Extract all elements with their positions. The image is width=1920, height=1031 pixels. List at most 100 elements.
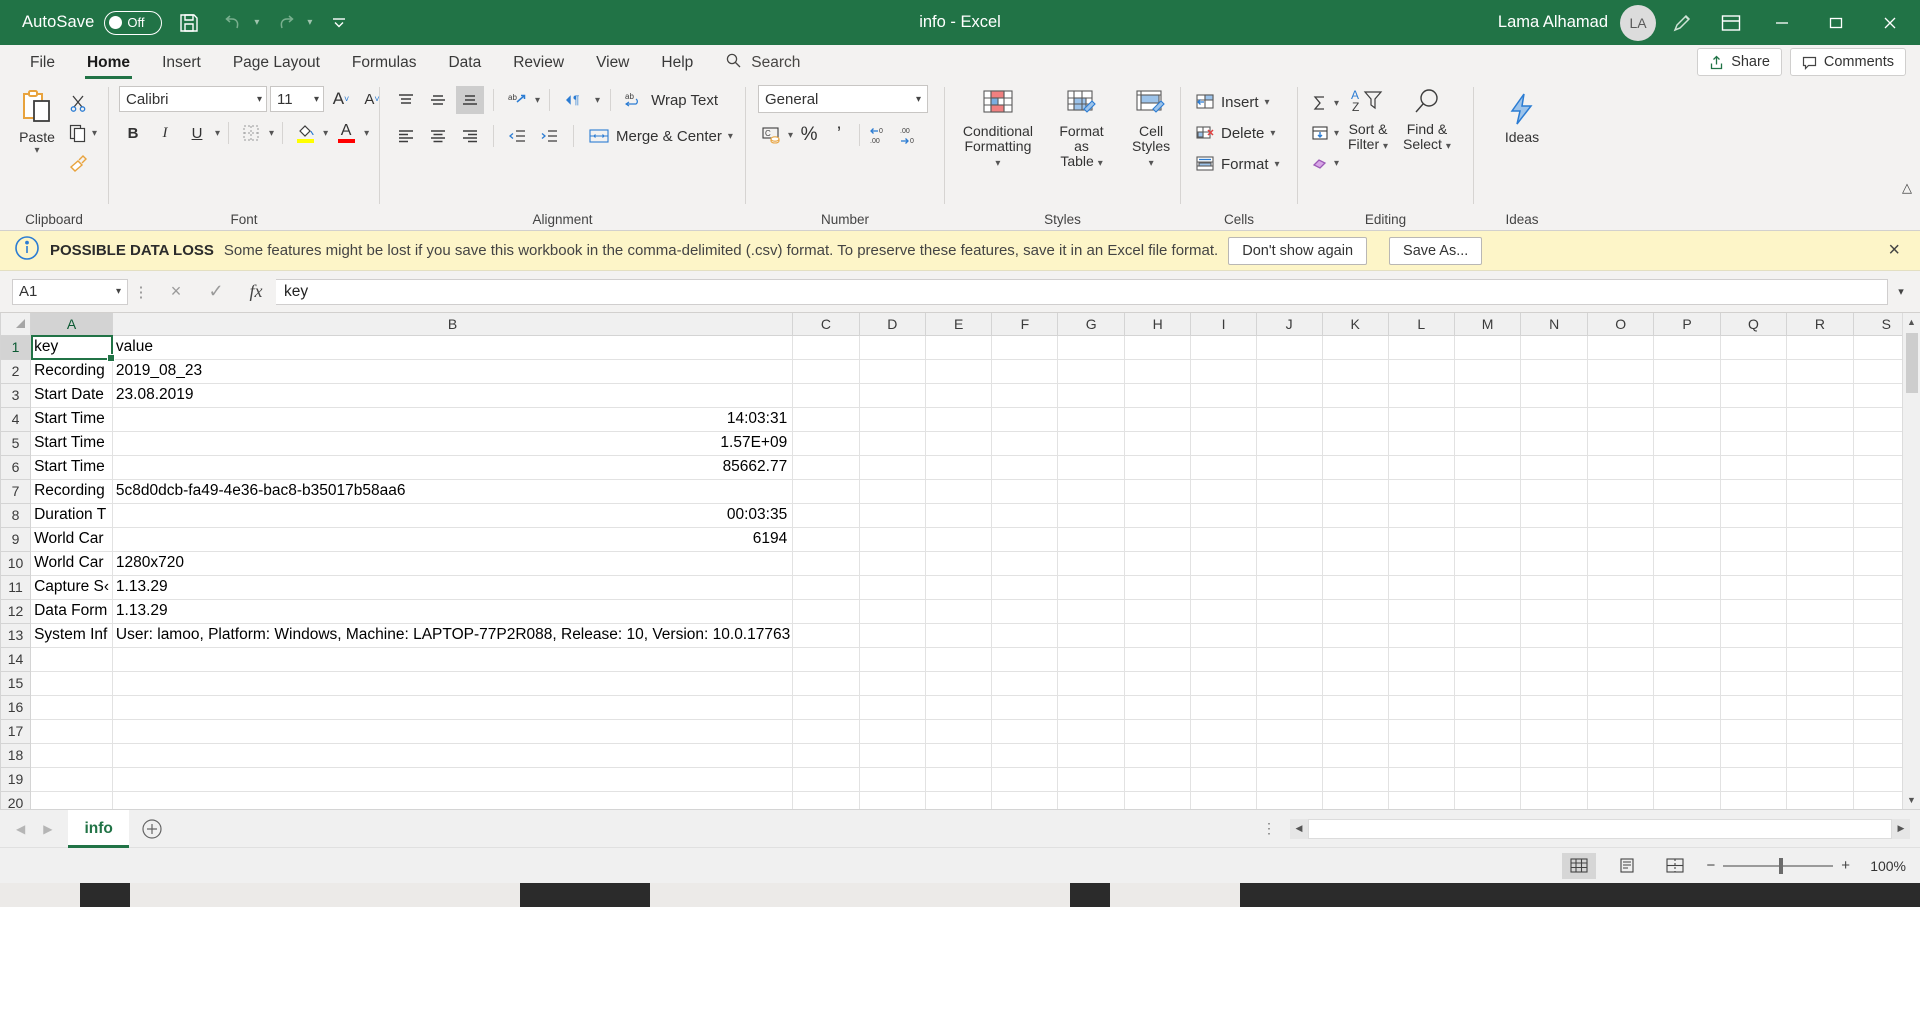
cell-L8[interactable] [1387,502,1455,528]
cell-N4[interactable] [1520,406,1588,432]
cell-K14[interactable] [1321,646,1389,672]
cell-E1[interactable] [925,334,993,360]
cell-Q6[interactable] [1719,454,1788,480]
cell-I4[interactable] [1190,406,1257,432]
cell-O7[interactable] [1586,478,1655,504]
table-row[interactable]: 1 key value [0,334,1920,360]
delete-dropdown-icon[interactable]: ▾ [1270,128,1275,139]
cell-Q2[interactable] [1719,358,1788,384]
cell-N11[interactable] [1520,574,1588,600]
cell-G15[interactable] [1057,670,1125,696]
cell-M1[interactable] [1453,334,1522,360]
restore-button[interactable] [1812,0,1860,45]
cell-J17[interactable] [1255,718,1323,744]
table-row[interactable]: 19 [0,766,1920,792]
cell-F13[interactable] [991,622,1059,648]
cell-K11[interactable] [1321,574,1389,600]
cell-R14[interactable] [1786,646,1854,672]
cell-Q8[interactable] [1719,502,1788,528]
cell-C16[interactable] [792,694,860,720]
tab-view[interactable]: View [580,47,645,79]
fx-icon[interactable]: fx [236,279,276,305]
column-header-C[interactable]: C [792,313,860,336]
find-select-button[interactable]: Find & Select ▾ [1397,85,1457,156]
column-header-G[interactable]: G [1057,313,1125,336]
cell-F16[interactable] [991,694,1059,720]
cell-G9[interactable] [1057,526,1125,552]
cell-B17[interactable] [111,718,794,744]
cell-N10[interactable] [1520,550,1588,576]
cell-K5[interactable] [1321,430,1389,456]
cell-J7[interactable] [1255,478,1323,504]
autosum-dropdown-icon[interactable]: ▾ [1334,98,1339,109]
cell-C7[interactable] [792,478,860,504]
cell-N17[interactable] [1520,718,1588,744]
cell-F14[interactable] [991,646,1059,672]
row-header-2[interactable]: 2 [0,358,32,384]
cut-icon[interactable] [64,89,92,117]
cell-E13[interactable] [925,622,993,648]
cell-M12[interactable] [1453,598,1522,624]
cell-J20[interactable] [1255,790,1323,809]
cell-E10[interactable] [925,550,993,576]
cell-M11[interactable] [1453,574,1522,600]
cell-B6[interactable]: 85662.77 [111,454,794,480]
cell-Q19[interactable] [1719,766,1788,792]
format-as-table-button[interactable]: Format as Table ▾ [1045,85,1118,173]
cell-N3[interactable] [1520,382,1588,408]
cell-I5[interactable] [1190,430,1257,456]
cell-I11[interactable] [1190,574,1257,600]
borders-dropdown-icon[interactable]: ▾ [269,128,274,139]
cell-B15[interactable] [111,670,794,696]
cell-Q11[interactable] [1719,574,1788,600]
cell-H18[interactable] [1123,742,1192,768]
cell-B1[interactable]: value [111,334,794,360]
cell-J2[interactable] [1255,358,1323,384]
cell-H14[interactable] [1123,646,1192,672]
cell-E20[interactable] [925,790,993,809]
cell-J14[interactable] [1255,646,1323,672]
cell-G19[interactable] [1057,766,1125,792]
cell-L7[interactable] [1387,478,1455,504]
cell-J3[interactable] [1255,382,1323,408]
cell-J4[interactable] [1255,406,1323,432]
cell-M16[interactable] [1453,694,1522,720]
cell-N19[interactable] [1520,766,1588,792]
cell-E12[interactable] [925,598,993,624]
cell-G6[interactable] [1057,454,1125,480]
autosave-toggle[interactable]: Off [104,10,163,35]
column-header-K[interactable]: K [1321,313,1389,336]
scroll-down-icon[interactable]: ▼ [1903,791,1920,809]
ribbon-display-options-icon[interactable] [1710,2,1752,44]
cell-J6[interactable] [1255,454,1323,480]
cell-O9[interactable] [1586,526,1655,552]
align-right-icon[interactable] [456,122,484,150]
cell-K20[interactable] [1321,790,1389,809]
cell-Q18[interactable] [1719,742,1788,768]
tab-help[interactable]: Help [645,47,709,79]
table-row[interactable]: 17 [0,718,1920,744]
dont-show-again-button[interactable]: Don't show again [1228,236,1368,265]
name-box-chevron-down-icon[interactable]: ▾ [116,286,121,297]
cell-R17[interactable] [1786,718,1854,744]
cell-E7[interactable] [925,478,993,504]
cell-P11[interactable] [1653,574,1721,600]
column-header-A[interactable]: A [30,313,113,336]
tab-page-layout[interactable]: Page Layout [217,47,336,79]
tab-home[interactable]: Home [71,47,146,79]
horizontal-scrollbar[interactable]: ◀ ▶ [1290,818,1910,840]
row-header-13[interactable]: 13 [0,622,32,648]
accounting-format-icon[interactable]: C [758,121,786,149]
cell-I13[interactable] [1190,622,1257,648]
redo-dropdown-icon[interactable]: ▾ [307,17,312,28]
cell-F7[interactable] [991,478,1059,504]
cell-H20[interactable] [1123,790,1192,809]
cell-N7[interactable] [1520,478,1588,504]
close-warning-icon[interactable]: × [1882,239,1906,262]
cell-L3[interactable] [1387,382,1455,408]
cell-B3[interactable]: 23.08.2019 [111,382,794,408]
cell-A2[interactable]: Recording [30,358,113,384]
cell-O14[interactable] [1586,646,1655,672]
cell-K19[interactable] [1321,766,1389,792]
cell-A8[interactable]: Duration T [30,502,113,528]
